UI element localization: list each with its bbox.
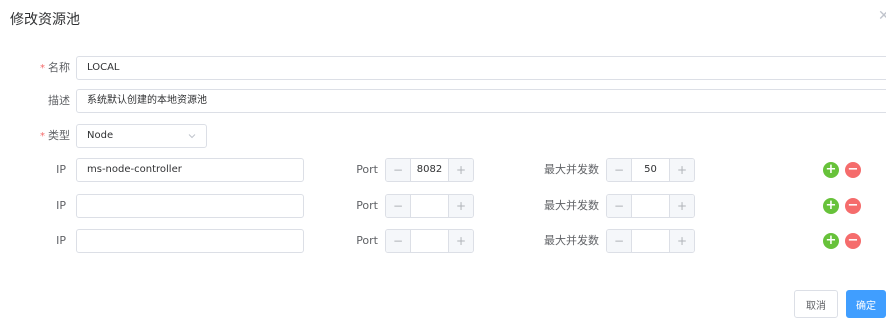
dialog-title: 修改资源池 [10,12,80,28]
concurrency-increment-button[interactable]: + [669,230,694,252]
concurrency-label: 最大并发数 [544,234,599,247]
concurrency-value[interactable]: 50 [632,159,669,181]
concurrency-decrement-button[interactable]: − [607,159,632,181]
port-value[interactable]: 8082 [411,159,448,181]
port-stepper[interactable]: − 8082 + [385,158,474,182]
concurrency-decrement-button[interactable]: − [607,195,632,217]
required-mark: * [40,63,45,74]
port-decrement-button[interactable]: − [386,195,411,217]
port-decrement-button[interactable]: − [386,230,411,252]
ip-label: IP [56,234,66,247]
ip-input[interactable]: ms-node-controller [76,158,304,182]
ip-input[interactable] [76,194,304,218]
concurrency-value[interactable] [632,195,669,217]
remove-node-button[interactable]: − [845,198,861,214]
port-increment-button[interactable]: + [448,195,473,217]
add-node-button[interactable]: + [823,198,839,214]
chevron-down-icon [188,134,196,139]
remove-node-button[interactable]: − [845,233,861,249]
port-decrement-button[interactable]: − [386,159,411,181]
port-label: Port [356,163,378,176]
concurrency-stepper[interactable]: − + [606,194,695,218]
type-select[interactable]: Node [76,124,207,148]
port-value[interactable] [411,195,448,217]
type-label: * 类型 [20,124,70,149]
concurrency-label: 最大并发数 [544,163,599,176]
name-label: * 名称 [20,56,70,81]
port-stepper[interactable]: − + [385,229,474,253]
type-select-value: Node [87,130,114,141]
add-node-button[interactable]: + [823,162,839,178]
type-label-text: 类型 [48,129,70,142]
concurrency-stepper[interactable]: − 50 + [606,158,695,182]
concurrency-value[interactable] [632,230,669,252]
remove-node-button[interactable]: − [845,162,861,178]
port-value[interactable] [411,230,448,252]
concurrency-increment-button[interactable]: + [669,159,694,181]
concurrency-label: 最大并发数 [544,199,599,212]
ip-label: IP [56,199,66,212]
name-label-text: 名称 [48,61,70,74]
port-stepper[interactable]: − + [385,194,474,218]
concurrency-stepper[interactable]: − + [606,229,695,253]
ip-label: IP [56,163,66,176]
ip-input[interactable] [76,229,304,253]
description-input[interactable]: 系统默认创建的本地资源池 [76,89,886,113]
required-mark: * [40,131,45,142]
add-node-button[interactable]: + [823,233,839,249]
port-label: Port [356,234,378,247]
concurrency-increment-button[interactable]: + [669,195,694,217]
description-label: 描述 [48,94,70,107]
name-input[interactable]: LOCAL [76,56,886,80]
close-icon[interactable]: ✕ [878,8,886,28]
port-increment-button[interactable]: + [448,159,473,181]
concurrency-decrement-button[interactable]: − [607,230,632,252]
port-increment-button[interactable]: + [448,230,473,252]
port-label: Port [356,199,378,212]
